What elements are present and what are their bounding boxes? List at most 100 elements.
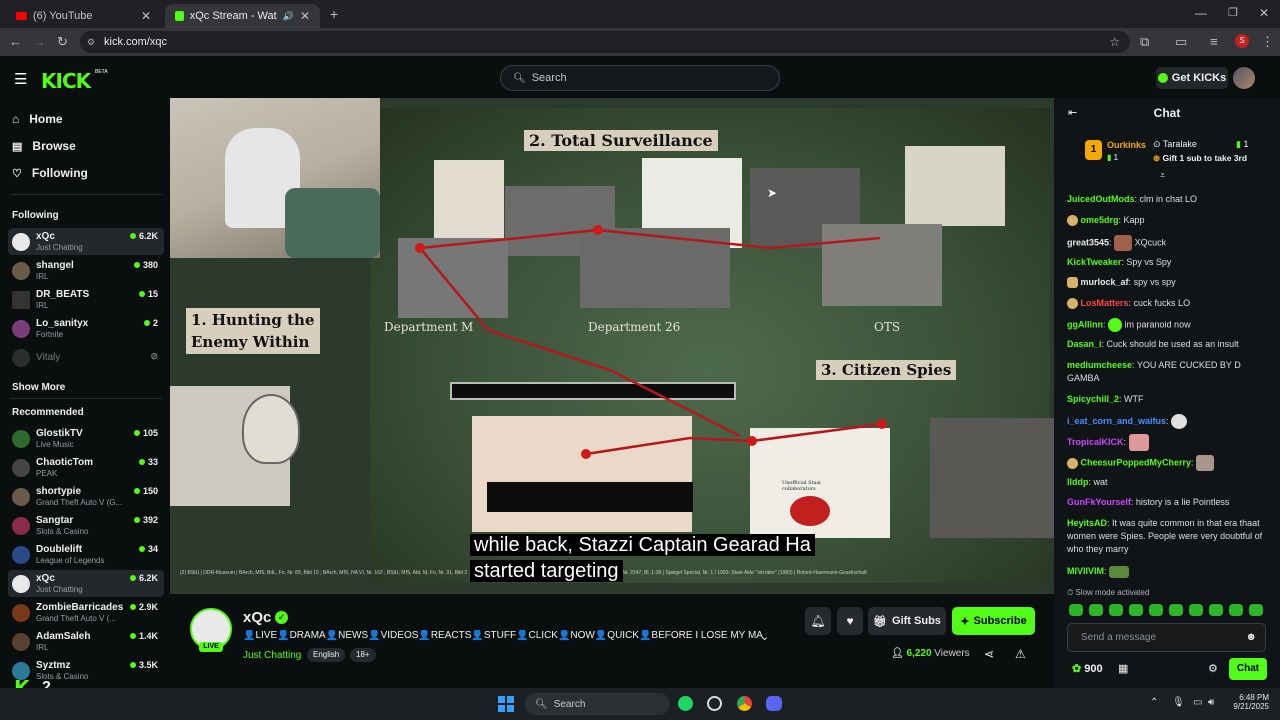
tray-chevron-icon[interactable]: ⌃: [1150, 697, 1158, 708]
volume-icon[interactable]: 🔊︎: [1208, 697, 1214, 708]
sidebar-channel-chaotictom[interactable]: ChaoticTom PEAK 33: [8, 454, 164, 481]
channel-points[interactable]: ✿ 900: [1072, 662, 1103, 675]
chat-username[interactable]: Spicychill_2: [1067, 394, 1119, 404]
reload-icon[interactable]: ↻: [57, 34, 68, 50]
chat-username[interactable]: i_eat_corn_and_waifus: [1067, 416, 1166, 426]
address-bar[interactable]: ⚙ kick.com/xqc ☆: [80, 31, 1130, 53]
report-warning-icon[interactable]: ⚠: [1015, 647, 1026, 661]
notification-bell-button[interactable]: 🔔︎: [805, 607, 831, 635]
sidebar-nav-browse[interactable]: ▤ Browse: [12, 139, 76, 153]
chat-username[interactable]: GunFkYourself: [1067, 497, 1131, 507]
chat-username[interactable]: mediumcheese: [1067, 360, 1132, 370]
emote-icon[interactable]: [1249, 604, 1263, 616]
tab-kick[interactable]: xQc Stream - Watch Live on 🔊 ✕: [165, 4, 320, 28]
cast-icon[interactable]: ▭: [1175, 34, 1187, 50]
chat-username[interactable]: murlock_af: [1081, 277, 1129, 287]
tab-youtube[interactable]: (6) YouTube ✕: [6, 4, 161, 28]
kick-logo[interactable]: KICK: [41, 69, 91, 93]
chat-username[interactable]: great3545: [1067, 237, 1109, 247]
emote-icon[interactable]: [1189, 604, 1203, 616]
stream-category-link[interactable]: Just Chatting: [243, 650, 301, 661]
subscribe-button[interactable]: ✦ Subscribe: [952, 607, 1035, 635]
chat-username[interactable]: JuicedOutMods: [1067, 194, 1135, 204]
emote-icon[interactable]: [1169, 604, 1183, 616]
restore-icon[interactable]: ❐: [1228, 6, 1238, 19]
emote-icon[interactable]: [1149, 604, 1163, 616]
emote-icon[interactable]: [1129, 604, 1143, 616]
show-more-link[interactable]: Show More: [12, 382, 65, 393]
sidebar-channel-lo-sanityx[interactable]: Lo_sanityx Fortnite 2: [8, 315, 164, 342]
speaker-icon[interactable]: 🔊: [283, 11, 294, 22]
site-info-icon[interactable]: ⚙: [87, 37, 95, 48]
collapse-chat-icon[interactable]: ⇤: [1068, 106, 1077, 119]
spotify-icon[interactable]: [678, 696, 693, 711]
chat-username[interactable]: TropicalKICK: [1067, 437, 1124, 447]
close-window-icon[interactable]: ✕: [1259, 6, 1269, 20]
media-icon[interactable]: ≡: [1210, 34, 1218, 49]
chat-username[interactable]: Dasan_i: [1067, 339, 1102, 349]
network-icon[interactable]: ▭: [1193, 697, 1202, 708]
emote-icon[interactable]: [1069, 604, 1083, 616]
system-clock[interactable]: 6:48 PM 9/21/2025: [1225, 693, 1269, 711]
emote-icon[interactable]: [1209, 604, 1223, 616]
chat-username[interactable]: ome5drg: [1081, 215, 1119, 225]
sidebar-channel-xqc[interactable]: xQc Just Chatting 6.2K: [8, 228, 164, 255]
close-tab-icon[interactable]: ✕: [141, 9, 151, 23]
sidebar-channel-xqc-recommended[interactable]: xQc Just Chatting 6.2K: [8, 570, 164, 597]
minimize-icon[interactable]: —: [1195, 6, 1207, 20]
streamer-name[interactable]: xQc: [243, 609, 271, 626]
chat-message-input[interactable]: Send a message ☻: [1067, 623, 1266, 652]
sidebar-channel-shangel[interactable]: shangel IRL 380: [8, 257, 164, 284]
bookmark-star-icon[interactable]: ☆: [1109, 35, 1120, 49]
menu-kebab-icon[interactable]: ⋮: [1261, 34, 1274, 50]
sidebar-channel-doublelift[interactable]: Doublelift League of Legends 34: [8, 541, 164, 568]
tag-pill-english[interactable]: English: [307, 648, 346, 662]
chat-username[interactable]: KickTweaker: [1067, 257, 1121, 267]
send-chat-button[interactable]: Chat: [1229, 658, 1267, 680]
sidebar-channel-sangtar[interactable]: Sangtar Slots & Casino 392: [8, 512, 164, 539]
search-input[interactable]: 🔍︎ Search: [500, 65, 780, 91]
chat-username[interactable]: LosMatters: [1081, 298, 1129, 308]
microphone-icon[interactable]: 🎙︎: [1172, 697, 1185, 708]
share-icon[interactable]: ⋖: [984, 647, 994, 661]
sidebar-channel-glostiktv[interactable]: GlostikTV Live Music 105: [8, 425, 164, 452]
sidebar-nav-following[interactable]: ♡ Following: [12, 166, 88, 180]
emoji-picker-icon[interactable]: ☻: [1245, 624, 1257, 651]
sidebar-channel-vitaly[interactable]: Vitaly ⊘: [8, 344, 164, 371]
hamburger-menu-icon[interactable]: ☰: [14, 70, 27, 88]
sidebar-channel-syztmz[interactable]: Syztmz Slots & Casino 3.5K: [8, 657, 164, 684]
windows-start-icon[interactable]: [498, 696, 514, 712]
chat-username[interactable]: llddp: [1067, 477, 1089, 487]
profile-avatar[interactable]: S: [1235, 34, 1249, 48]
extensions-icon[interactable]: ⧉: [1140, 34, 1149, 50]
user-avatar[interactable]: [1233, 67, 1255, 89]
video-player[interactable]: 1 spy per 60 citizens Unofficial Stasi c…: [170, 98, 1054, 594]
tag-pill-18plus[interactable]: 18+: [350, 648, 376, 662]
emote-icon[interactable]: [1109, 604, 1123, 616]
sidebar-nav-home[interactable]: ⌂ Home: [12, 112, 63, 126]
sidebar-channel-dr-beats[interactable]: DR_BEATS IRL 15: [8, 286, 164, 313]
new-tab-icon[interactable]: +: [330, 6, 338, 22]
discord-icon[interactable]: [766, 696, 782, 711]
chat-username[interactable]: ggAllinn: [1067, 319, 1103, 329]
emote-icon[interactable]: [1229, 604, 1243, 616]
taskbar-search[interactable]: 🔍︎ Search: [525, 693, 670, 715]
chat-username[interactable]: MIVIIVIM: [1067, 566, 1104, 576]
emote-icon[interactable]: [1089, 604, 1103, 616]
chrome-icon[interactable]: [737, 696, 752, 711]
store-icon[interactable]: ▦: [1118, 662, 1128, 675]
gift-subs-button[interactable]: 🎁︎ Gift Subs: [868, 607, 946, 635]
chat-username[interactable]: CheesurPoppedMyCherry: [1081, 457, 1192, 467]
close-tab-icon[interactable]: ✕: [300, 9, 310, 23]
chat-username[interactable]: HeyitsAD: [1067, 518, 1107, 528]
forward-icon[interactable]: →: [33, 34, 46, 49]
chevron-down-icon[interactable]: ⌄: [760, 630, 769, 643]
sidebar-channel-zombiebarricades[interactable]: ZombieBarricades Grand Theft Auto V (...…: [8, 599, 164, 626]
sidebar-channel-shortypie[interactable]: shortypie Grand Theft Auto V (G... 150: [8, 483, 164, 510]
back-icon[interactable]: ←: [9, 34, 22, 49]
follow-heart-button[interactable]: ♥: [837, 607, 863, 635]
expand-leaderboard-icon[interactable]: ⩡: [1160, 170, 1165, 181]
app-icon[interactable]: [707, 696, 722, 711]
chat-settings-gear-icon[interactable]: ⚙: [1208, 662, 1218, 675]
get-kicks-button[interactable]: Get KICKs: [1156, 67, 1228, 89]
